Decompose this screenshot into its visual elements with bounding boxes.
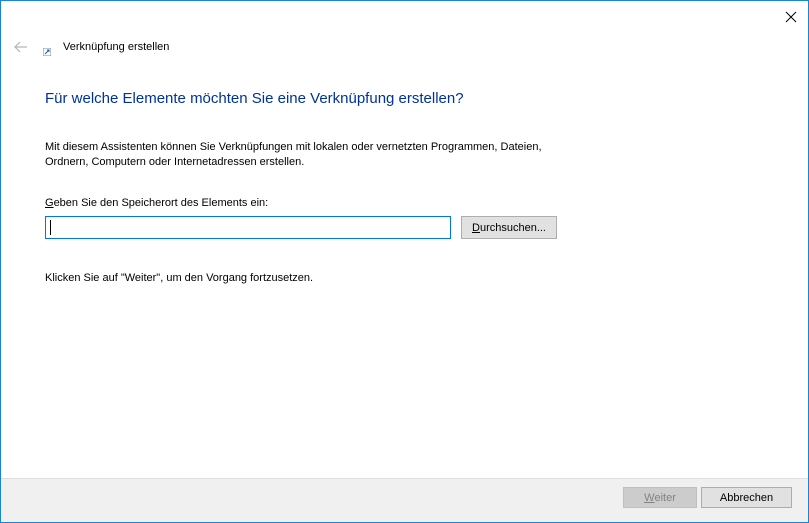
- browse-button[interactable]: Durchsuchen...: [461, 216, 557, 239]
- description-line-1: Mit diesem Assistenten können Sie Verknü…: [45, 141, 542, 153]
- cancel-button[interactable]: Abbrechen: [701, 487, 792, 508]
- continue-hint: Klicken Sie auf "Weiter", um den Vorgang…: [45, 272, 314, 284]
- description-line-2: Ordnern, Computern oder Internetadressen…: [45, 156, 305, 168]
- browse-mnemonic: D: [472, 221, 480, 234]
- shortcut-icon: [43, 48, 51, 56]
- next-label: eiter: [654, 491, 676, 504]
- next-mnemonic: W: [644, 491, 655, 504]
- location-label-text: eben Sie den Speicherort des Elements ei…: [53, 197, 269, 209]
- location-input[interactable]: [45, 216, 451, 239]
- wizard-header: Verknüpfung erstellen: [1, 31, 808, 65]
- location-label: Geben Sie den Speicherort des Elements e…: [45, 197, 268, 209]
- location-label-mnemonic: G: [45, 197, 54, 209]
- wizard-footer: Weiter Abbrechen: [1, 478, 808, 522]
- next-button[interactable]: Weiter: [623, 487, 697, 508]
- wizard-title: Verknüpfung erstellen: [63, 41, 170, 53]
- close-icon: [785, 11, 797, 23]
- back-arrow-icon: [14, 41, 27, 53]
- description-text: Mit diesem Assistenten können Sie Verknü…: [45, 140, 605, 170]
- browse-label: urchsuchen...: [479, 221, 546, 234]
- close-button[interactable]: [776, 3, 806, 31]
- page-heading: Für welche Elemente möchten Sie eine Ver…: [45, 90, 464, 107]
- shortcut-wizard-window: Verknüpfung erstellen Für welche Element…: [0, 0, 809, 523]
- text-caret: [50, 220, 51, 235]
- back-button[interactable]: [11, 39, 31, 55]
